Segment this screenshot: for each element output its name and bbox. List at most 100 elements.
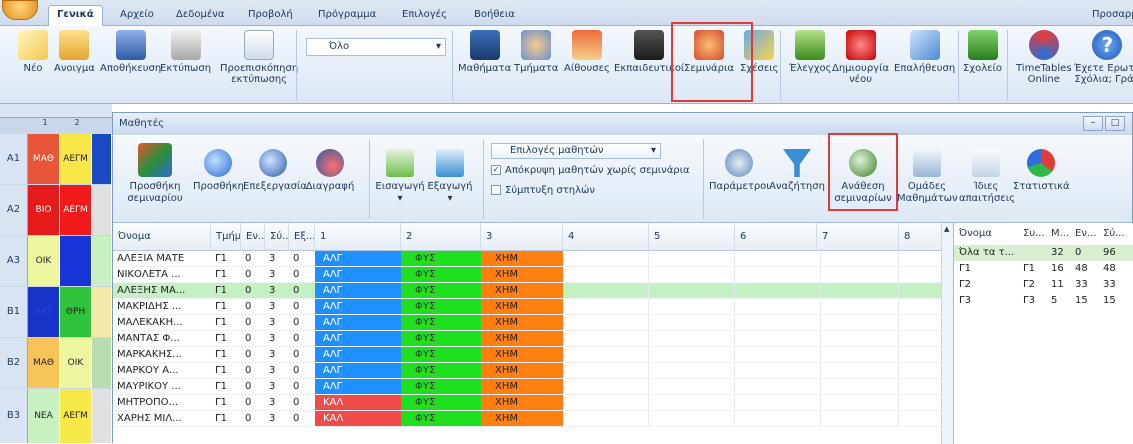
table-cell[interactable]: ΑΛΓ [315, 363, 401, 378]
empty-slot-cell[interactable] [649, 379, 735, 394]
new-button[interactable]: Νέο [18, 30, 48, 74]
empty-slot-cell[interactable] [899, 363, 943, 378]
table-cell[interactable]: 3 [265, 299, 289, 314]
empty-slot-cell[interactable] [563, 267, 649, 282]
table-cell[interactable]: 0 [289, 251, 315, 266]
table-cell[interactable]: ΦΥΣ [401, 251, 481, 266]
add-seminar-button[interactable]: Προσθήκη σεμιναρίου [125, 143, 185, 205]
summary-row[interactable]: Όλα τα τ... 32 0 96 [954, 245, 1133, 261]
empty-slot-cell[interactable] [817, 395, 899, 410]
empty-slot-cell[interactable] [899, 347, 943, 362]
empty-slot-cell[interactable] [899, 267, 943, 282]
empty-slot-cell[interactable] [899, 331, 943, 346]
empty-slot-cell[interactable] [649, 283, 735, 298]
grid-cell[interactable]: ΝΕΑ [60, 236, 92, 286]
empty-slot-cell[interactable] [563, 299, 649, 314]
table-cell[interactable]: Γ1 [211, 331, 241, 346]
table-cell[interactable]: ΧΗΜ [481, 395, 563, 410]
empty-slot-cell[interactable] [649, 299, 735, 314]
table-cell[interactable]: 0 [289, 395, 315, 410]
summary-row[interactable]: Γ2 Γ2 11 33 33 [954, 277, 1133, 293]
verify-button[interactable]: Επαλήθευση [894, 30, 955, 74]
table-cell[interactable]: 3 [265, 267, 289, 282]
column-header-slot-5[interactable]: 5 [649, 223, 735, 251]
table-cell[interactable]: 0 [241, 363, 265, 378]
table-cell[interactable]: ΧΗΜ [481, 315, 563, 330]
empty-slot-cell[interactable] [649, 395, 735, 410]
table-cell[interactable]: 0 [241, 347, 265, 362]
table-cell[interactable]: 0 [241, 267, 265, 282]
table-cell[interactable]: ΑΛΓ [315, 251, 401, 266]
open-button[interactable]: Ανοιγμα [54, 30, 95, 74]
import-button[interactable]: Εισαγωγή ▾ [375, 149, 425, 205]
table-cell[interactable]: ΦΥΣ [401, 315, 481, 330]
table-cell[interactable]: ΑΛΓ [315, 347, 401, 362]
search-button[interactable]: Αναζήτηση [769, 149, 825, 193]
empty-slot-cell[interactable] [649, 315, 735, 330]
summary-row[interactable]: Γ1 Γ1 16 48 48 [954, 261, 1133, 277]
tab-view[interactable]: Προβολή [248, 6, 293, 26]
table-row[interactable]: ΑΛΕΞΙΑ ΜΑΤΕ Γ1 0 3 0 ΑΛΓ ΦΥΣ ΧΗΜ [113, 251, 943, 267]
table-cell[interactable]: ΝΙΚΟΛΕΤΑ ... [113, 267, 211, 282]
table-cell[interactable]: Γ1 [211, 315, 241, 330]
table-cell[interactable]: 3 [265, 363, 289, 378]
table-cell[interactable]: Γ1 [211, 267, 241, 282]
table-cell[interactable]: ΦΥΣ [401, 299, 481, 314]
table-cell[interactable]: 0 [241, 411, 265, 426]
table-cell[interactable]: 0 [289, 411, 315, 426]
empty-slot-cell[interactable] [817, 363, 899, 378]
empty-slot-cell[interactable] [563, 363, 649, 378]
table-cell[interactable]: ΧΗΜ [481, 411, 563, 426]
empty-slot-cell[interactable] [735, 283, 821, 298]
empty-slot-cell[interactable] [735, 363, 821, 378]
table-cell[interactable]: ΜΑΛΕΚΑΚΗ... [113, 315, 211, 330]
column-header-sy[interactable]: Σύ... [265, 223, 289, 251]
empty-slot-cell[interactable] [563, 331, 649, 346]
table-cell[interactable]: 0 [289, 283, 315, 298]
table-cell[interactable]: 3 [265, 395, 289, 410]
empty-slot-cell[interactable] [735, 411, 821, 426]
export-button[interactable]: Εξαγωγή ▾ [425, 149, 475, 205]
table-row[interactable]: ΜΑΡΚΑΚΗΣ... Γ1 0 3 0 ΑΛΓ ΦΥΣ ΧΗΜ [113, 347, 943, 363]
table-cell[interactable]: ΧΗΜ [481, 363, 563, 378]
empty-slot-cell[interactable] [817, 299, 899, 314]
table-cell[interactable]: ΑΛΓ [315, 315, 401, 330]
empty-slot-cell[interactable] [735, 379, 821, 394]
check-button[interactable]: Έλεγχος [789, 30, 831, 74]
table-cell[interactable]: ΧΗΜ [481, 283, 563, 298]
school-button[interactable]: Σχολείο [963, 30, 1002, 74]
column-header-section[interactable]: Τμήμα [211, 223, 241, 251]
table-row[interactable]: ΜΑΡΚΟΥ Α... Γ1 0 3 0 ΑΛΓ ΦΥΣ ΧΗΜ [113, 363, 943, 379]
tab-help[interactable]: Βοήθεια [474, 6, 515, 26]
grid-cell[interactable]: ΑΕΓΜ [60, 185, 92, 235]
table-cell[interactable]: ΧΗΜ [481, 267, 563, 282]
table-cell[interactable]: ΦΥΣ [401, 283, 481, 298]
table-cell[interactable]: ΜΑΚΡΙΔΗΣ ... [113, 299, 211, 314]
grid-cell[interactable]: ΑΕΓΜ [60, 134, 92, 184]
column-header-slot-4[interactable]: 4 [563, 223, 649, 251]
table-row[interactable]: ΜΑΛΕΚΑΚΗ... Γ1 0 3 0 ΑΛΓ ΦΥΣ ΧΗΜ [113, 315, 943, 331]
empty-slot-cell[interactable] [899, 379, 943, 394]
app-menu-button[interactable] [2, 0, 38, 20]
hide-students-checkbox[interactable]: ✓ Απόκρυψη μαθητών χωρίς σεμινάρια [491, 165, 690, 176]
empty-slot-cell[interactable] [817, 315, 899, 330]
table-cell[interactable]: ΦΥΣ [401, 379, 481, 394]
table-cell[interactable]: ΜΑΥΡΙΚΟΥ ... [113, 379, 211, 394]
empty-slot-cell[interactable] [735, 251, 821, 266]
column-header-slot-1[interactable]: 1 [315, 223, 401, 251]
rooms-button[interactable]: Αίθουσες [564, 30, 610, 74]
table-cell[interactable]: Γ1 [211, 251, 241, 266]
table-cell[interactable]: 0 [289, 267, 315, 282]
sections-button[interactable]: Τμήματα [514, 30, 558, 74]
table-cell[interactable]: ΦΥΣ [401, 267, 481, 282]
minimize-button[interactable]: – [1083, 116, 1103, 131]
table-cell[interactable]: ΦΥΣ [401, 347, 481, 362]
empty-slot-cell[interactable] [563, 411, 649, 426]
table-cell[interactable]: 3 [265, 411, 289, 426]
table-cell[interactable]: Γ1 [211, 283, 241, 298]
table-cell[interactable]: ΦΥΣ [401, 331, 481, 346]
tab-customize[interactable]: Προσαρμ [1092, 6, 1133, 26]
empty-slot-cell[interactable] [649, 331, 735, 346]
empty-slot-cell[interactable] [563, 251, 649, 266]
table-cell[interactable]: Γ1 [211, 395, 241, 410]
